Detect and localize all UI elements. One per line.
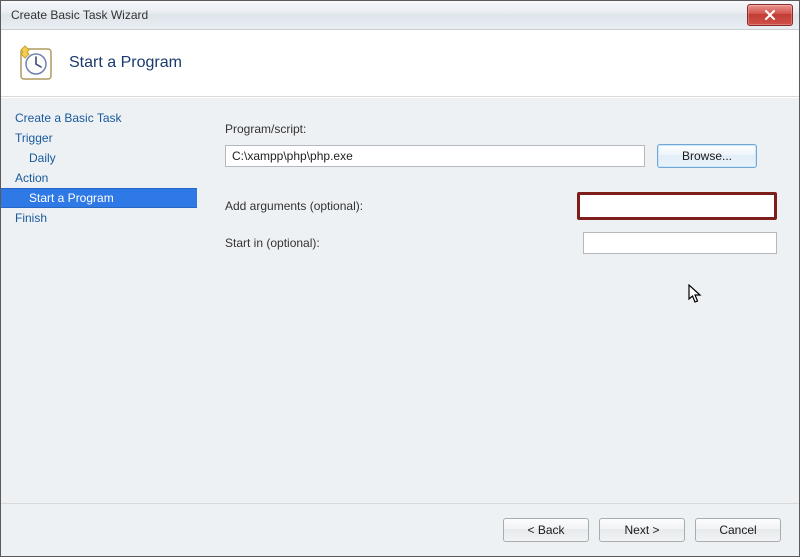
close-icon <box>764 10 776 20</box>
wizard-footer: < Back Next > Cancel <box>1 503 799 556</box>
wizard-window: Create Basic Task Wizard Start a Program… <box>0 0 800 557</box>
sidebar-item-finish[interactable]: Finish <box>1 208 197 228</box>
program-script-input[interactable] <box>225 145 645 167</box>
wizard-steps-sidebar: Create a Basic Task Trigger Daily Action… <box>1 98 197 503</box>
body: Create a Basic Task Trigger Daily Action… <box>1 97 799 503</box>
sidebar-item-create-basic-task[interactable]: Create a Basic Task <box>1 108 197 128</box>
sidebar-item-start-a-program[interactable]: Start a Program <box>1 188 197 208</box>
close-button[interactable] <box>747 4 793 26</box>
page-title: Start a Program <box>69 54 182 72</box>
start-in-input[interactable] <box>583 232 777 254</box>
program-script-label: Program/script: <box>225 122 306 136</box>
start-in-label: Start in (optional): <box>225 236 320 250</box>
sidebar-item-trigger[interactable]: Trigger <box>1 128 197 148</box>
sidebar-item-action[interactable]: Action <box>1 168 197 188</box>
mouse-cursor-icon <box>688 284 704 309</box>
page-header: Start a Program <box>1 30 799 97</box>
content-pane: Program/script: Browse... Add arguments … <box>197 98 799 503</box>
add-arguments-label: Add arguments (optional): <box>225 199 363 213</box>
wizard-clock-icon <box>15 43 55 83</box>
cancel-button[interactable]: Cancel <box>695 518 781 542</box>
add-arguments-highlight <box>577 192 777 220</box>
window-title: Create Basic Task Wizard <box>11 8 148 22</box>
titlebar: Create Basic Task Wizard <box>1 1 799 30</box>
back-button[interactable]: < Back <box>503 518 589 542</box>
browse-button[interactable]: Browse... <box>657 144 757 168</box>
next-button[interactable]: Next > <box>599 518 685 542</box>
sidebar-item-daily[interactable]: Daily <box>1 148 197 168</box>
add-arguments-input[interactable] <box>580 195 774 217</box>
